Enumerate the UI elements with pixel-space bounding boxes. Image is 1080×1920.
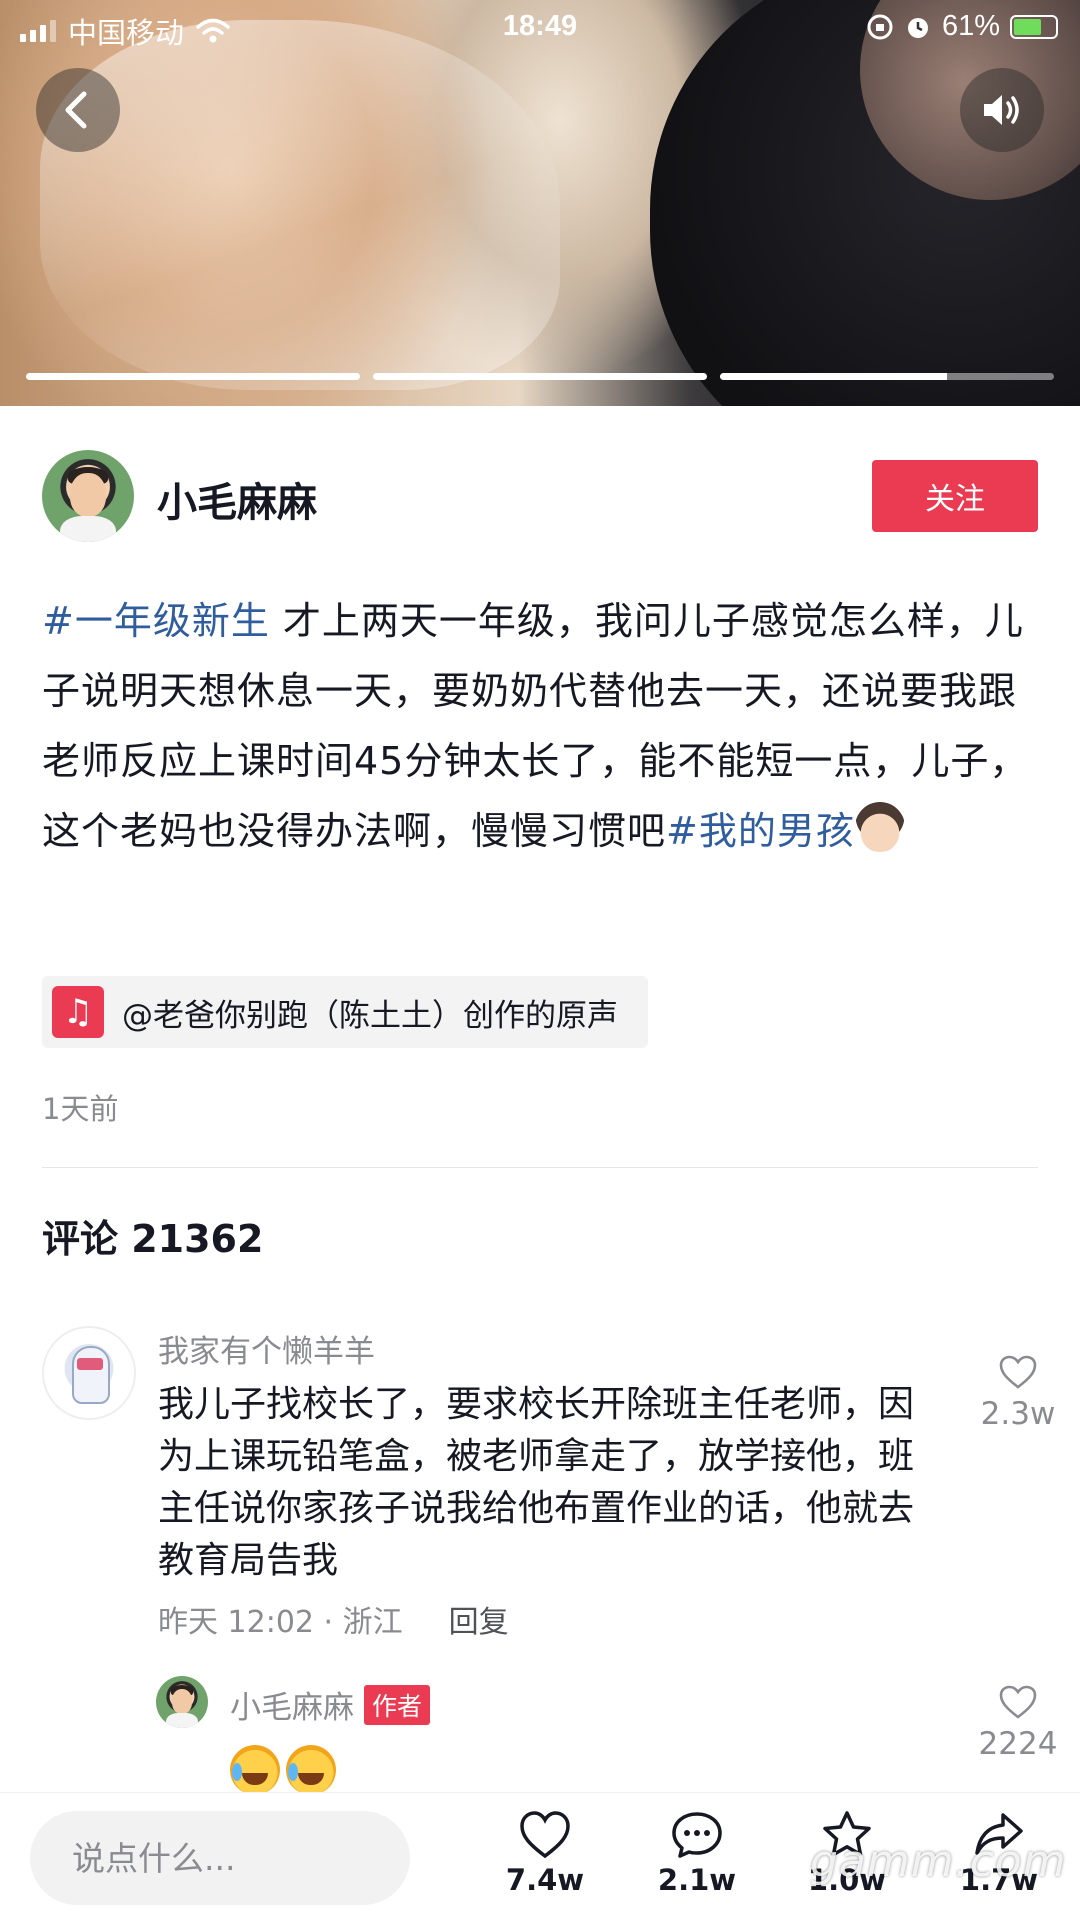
battery-percent: 61% — [941, 10, 1000, 42]
comment-username[interactable]: 我家有个懒羊羊 — [158, 1326, 938, 1371]
media-bag-shape — [40, 20, 560, 390]
hashtag-link[interactable]: #一年级新生 — [42, 599, 270, 643]
back-arrow-icon — [65, 91, 87, 129]
media-viewer[interactable]: 中国移动 18:49 61% — [0, 0, 1080, 406]
like-count: 7.4w — [505, 1863, 585, 1897]
progress-segment-2 — [373, 373, 707, 380]
commenter-avatar[interactable] — [42, 1326, 136, 1420]
author-name[interactable]: 小毛麻麻 — [157, 470, 317, 528]
reply-like-button[interactable]: 2224 — [958, 1684, 1078, 1762]
comment-input[interactable] — [30, 1811, 410, 1905]
reply-item: 小毛麻麻 作者 — [230, 1682, 431, 1799]
heart-icon — [999, 1355, 1037, 1389]
alarm-icon — [907, 17, 928, 38]
music-chip[interactable]: ♫ @老爸你别跑（陈土土）创作的原声 — [42, 976, 648, 1048]
comment-text: 我儿子找校长了，要求校长开除班主任老师，因为上课玩铅笔盒，被老师拿走了，放学接他… — [158, 1384, 915, 1581]
comment-count: 2.1w — [657, 1863, 737, 1897]
comments-count-title: 评论 21362 — [42, 1217, 264, 1261]
watermark-text: gamm.com — [810, 1836, 1067, 1887]
reply-author-avatar[interactable] — [156, 1676, 208, 1728]
status-bar: 中国移动 18:49 61% — [0, 0, 1080, 56]
hashtag-link[interactable]: #我的男孩 — [666, 809, 855, 853]
music-label: @老爸你别跑（陈土土）创作的原声 — [122, 997, 618, 1034]
post-description: #一年级新生 才上两天一年级，我问儿子感觉怎么样，儿子说明天想休息一天，要奶奶代… — [42, 586, 1040, 866]
back-button[interactable] — [36, 68, 120, 152]
author-row: 小毛麻麻 关注 — [42, 450, 1038, 542]
follow-button[interactable]: 关注 — [872, 460, 1038, 532]
author-avatar[interactable] — [42, 450, 134, 542]
comment-item: 我家有个懒羊羊 我儿子找校长了，要求校长开除班主任老师，因为上课玩铅笔盒，被老师… — [158, 1326, 938, 1641]
comment-bubble-icon — [672, 1812, 722, 1858]
comment-button[interactable]: 2.1w — [642, 1809, 752, 1897]
comment-like-count: 2.3w — [980, 1396, 1056, 1432]
orientation-lock-icon — [867, 14, 893, 39]
sound-button[interactable] — [960, 68, 1044, 152]
comment-time-location: 昨天 12:02 · 浙江 — [158, 1605, 403, 1640]
heart-icon — [999, 1685, 1037, 1719]
reply-like-count: 2224 — [978, 1726, 1058, 1762]
author-badge: 作者 — [364, 1685, 431, 1725]
laughing-emoji-icon — [230, 1745, 280, 1795]
comment-like-button[interactable]: 2.3w — [958, 1354, 1078, 1432]
battery-icon — [1010, 14, 1058, 39]
reply-content — [230, 1745, 430, 1799]
heart-icon — [520, 1811, 570, 1859]
reply-username[interactable]: 小毛麻麻 — [230, 1690, 354, 1726]
like-button[interactable]: 7.4w — [490, 1809, 600, 1897]
post-time: 1天前 — [42, 1092, 119, 1126]
laughing-emoji-icon — [286, 1745, 336, 1795]
reply-button[interactable]: 回复 — [449, 1597, 509, 1641]
music-note-icon: ♫ — [52, 986, 104, 1038]
progress-segment-1 — [26, 373, 360, 380]
progress-segment-3 — [720, 373, 1054, 380]
divider — [42, 1167, 1038, 1168]
speaker-icon — [984, 95, 1019, 125]
boy-emoji-icon — [854, 802, 905, 852]
